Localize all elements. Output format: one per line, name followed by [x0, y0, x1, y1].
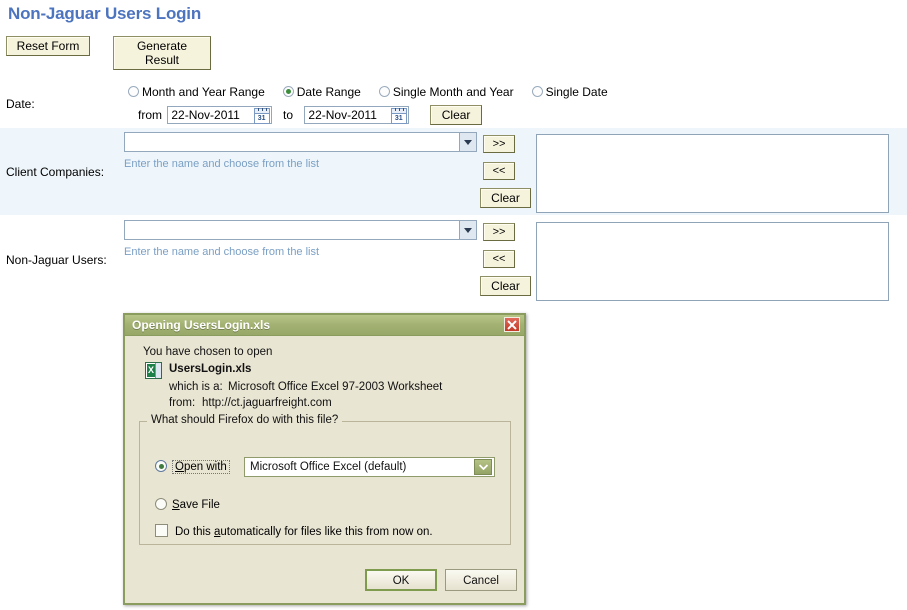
date-to-field[interactable]: 31 [304, 106, 409, 124]
non-jaguar-users-clear-button[interactable]: Clear [480, 276, 531, 296]
open-with-label[interactable]: Open with [172, 459, 230, 474]
client-companies-selected-listbox[interactable] [536, 134, 889, 213]
date-to-input[interactable] [305, 107, 388, 123]
close-icon[interactable] [504, 317, 520, 332]
ok-button[interactable]: OK [365, 569, 437, 591]
do-this-automatically-label[interactable]: Do this automatically for files like thi… [175, 526, 433, 538]
calendar-icon-to-day: 31 [394, 115, 403, 122]
do-this-automatically-row[interactable]: Do this automatically for files like thi… [155, 524, 433, 538]
radio-date-range-icon[interactable] [282, 85, 294, 97]
from-label: from [138, 108, 162, 122]
cancel-button[interactable]: Cancel [445, 569, 517, 591]
page-root: Non-Jaguar Users Login Reset Form Genera… [0, 0, 907, 610]
date-label: Date: [6, 97, 35, 111]
non-jaguar-users-combo[interactable] [124, 220, 477, 240]
save-file-label[interactable]: Save File [172, 499, 220, 511]
calendar-icon-from[interactable]: 31 [253, 108, 270, 124]
calendar-icon-from-day: 31 [257, 115, 266, 122]
open-with-select[interactable]: Microsoft Office Excel (default) [244, 457, 495, 477]
radio-single-date-label: Single Date [545, 84, 608, 99]
save-file-accesskey: S [172, 498, 180, 511]
radio-date-range[interactable]: Date Range [282, 84, 361, 99]
save-file-label-rest: ave File [179, 498, 220, 511]
save-file-radio-icon[interactable] [155, 498, 167, 510]
auto-label-before: Do this [175, 525, 214, 538]
radio-single-month-and-year-icon[interactable] [378, 85, 390, 97]
client-companies-add-button[interactable]: >> [483, 135, 515, 153]
client-companies-label: Client Companies: [6, 165, 105, 179]
chevron-down-icon-users[interactable] [459, 221, 476, 239]
open-with-radio-icon[interactable] [155, 460, 167, 472]
file-type-value: Microsoft Office Excel 97-2003 Worksheet [228, 381, 443, 393]
non-jaguar-users-label: Non-Jaguar Users: [6, 253, 107, 267]
radio-month-and-year-range-label: Month and Year Range [142, 84, 265, 99]
non-jaguar-users-add-button[interactable]: >> [483, 223, 515, 241]
chosen-to-open-text: You have chosen to open [143, 346, 273, 358]
client-companies-hint: Enter the name and choose from the list [124, 158, 320, 170]
radio-month-and-year-range-icon[interactable] [128, 85, 139, 97]
chevron-down-icon-client[interactable] [459, 133, 476, 151]
radio-single-month-and-year-label: Single Month and Year [392, 84, 514, 99]
non-jaguar-users-remove-button[interactable]: << [483, 250, 515, 268]
auto-label-after: utomatically for files like this from no… [220, 525, 433, 538]
radio-single-date[interactable]: Single Date [531, 84, 608, 99]
radio-single-month-and-year[interactable]: Single Month and Year [378, 84, 514, 99]
file-name: UsersLogin.xls [169, 363, 252, 375]
non-jaguar-users-selected-listbox[interactable] [536, 222, 889, 301]
dialog-title: Opening UsersLogin.xls [132, 318, 271, 332]
action-fieldset-legend: What should Firefox do with this file? [147, 414, 343, 426]
radio-single-date-icon[interactable] [531, 85, 543, 97]
radio-date-range-label: Date Range [296, 84, 361, 99]
file-source-value: http://ct.jaguarfreight.com [202, 397, 332, 409]
opening-file-dialog: Opening UsersLogin.xls You have chosen t… [123, 313, 526, 605]
date-clear-button[interactable]: Clear [430, 105, 483, 125]
calendar-icon-to[interactable]: 31 [390, 108, 407, 124]
date-from-input[interactable] [168, 107, 251, 123]
file-source-label: from: [169, 397, 196, 409]
open-with-accesskey: O [175, 460, 184, 473]
date-from-field[interactable]: 31 [167, 106, 272, 124]
generate-result-button[interactable]: Generate Result [113, 36, 211, 70]
open-with-label-rest: pen with [183, 460, 227, 473]
non-jaguar-users-hint: Enter the name and choose from the list [124, 246, 320, 258]
client-companies-input[interactable] [125, 133, 459, 151]
save-file-row[interactable]: Save File [155, 497, 220, 511]
excel-file-icon: X [145, 362, 162, 379]
open-with-selected-option: Microsoft Office Excel (default) [250, 461, 407, 473]
file-type-label: which is a: [169, 381, 223, 393]
chevron-down-icon-open-with[interactable] [474, 459, 492, 475]
radio-month-and-year-range[interactable]: Month and Year Range [128, 85, 265, 99]
do-this-automatically-checkbox[interactable] [155, 524, 168, 537]
date-range-fields: from 31 to 31 Clear [138, 105, 483, 125]
client-companies-combo[interactable] [124, 132, 477, 152]
page-title: Non-Jaguar Users Login [8, 4, 202, 23]
reset-form-button[interactable]: Reset Form [6, 36, 90, 56]
open-with-row[interactable]: Open with [155, 459, 230, 474]
client-companies-clear-button[interactable]: Clear [480, 188, 531, 208]
date-mode-radio-group: Month and Year Range Date Range Single M… [128, 84, 888, 102]
non-jaguar-users-input[interactable] [125, 221, 459, 239]
dialog-titlebar: Opening UsersLogin.xls [125, 315, 524, 336]
to-label: to [283, 108, 294, 122]
client-companies-remove-button[interactable]: << [483, 162, 515, 180]
